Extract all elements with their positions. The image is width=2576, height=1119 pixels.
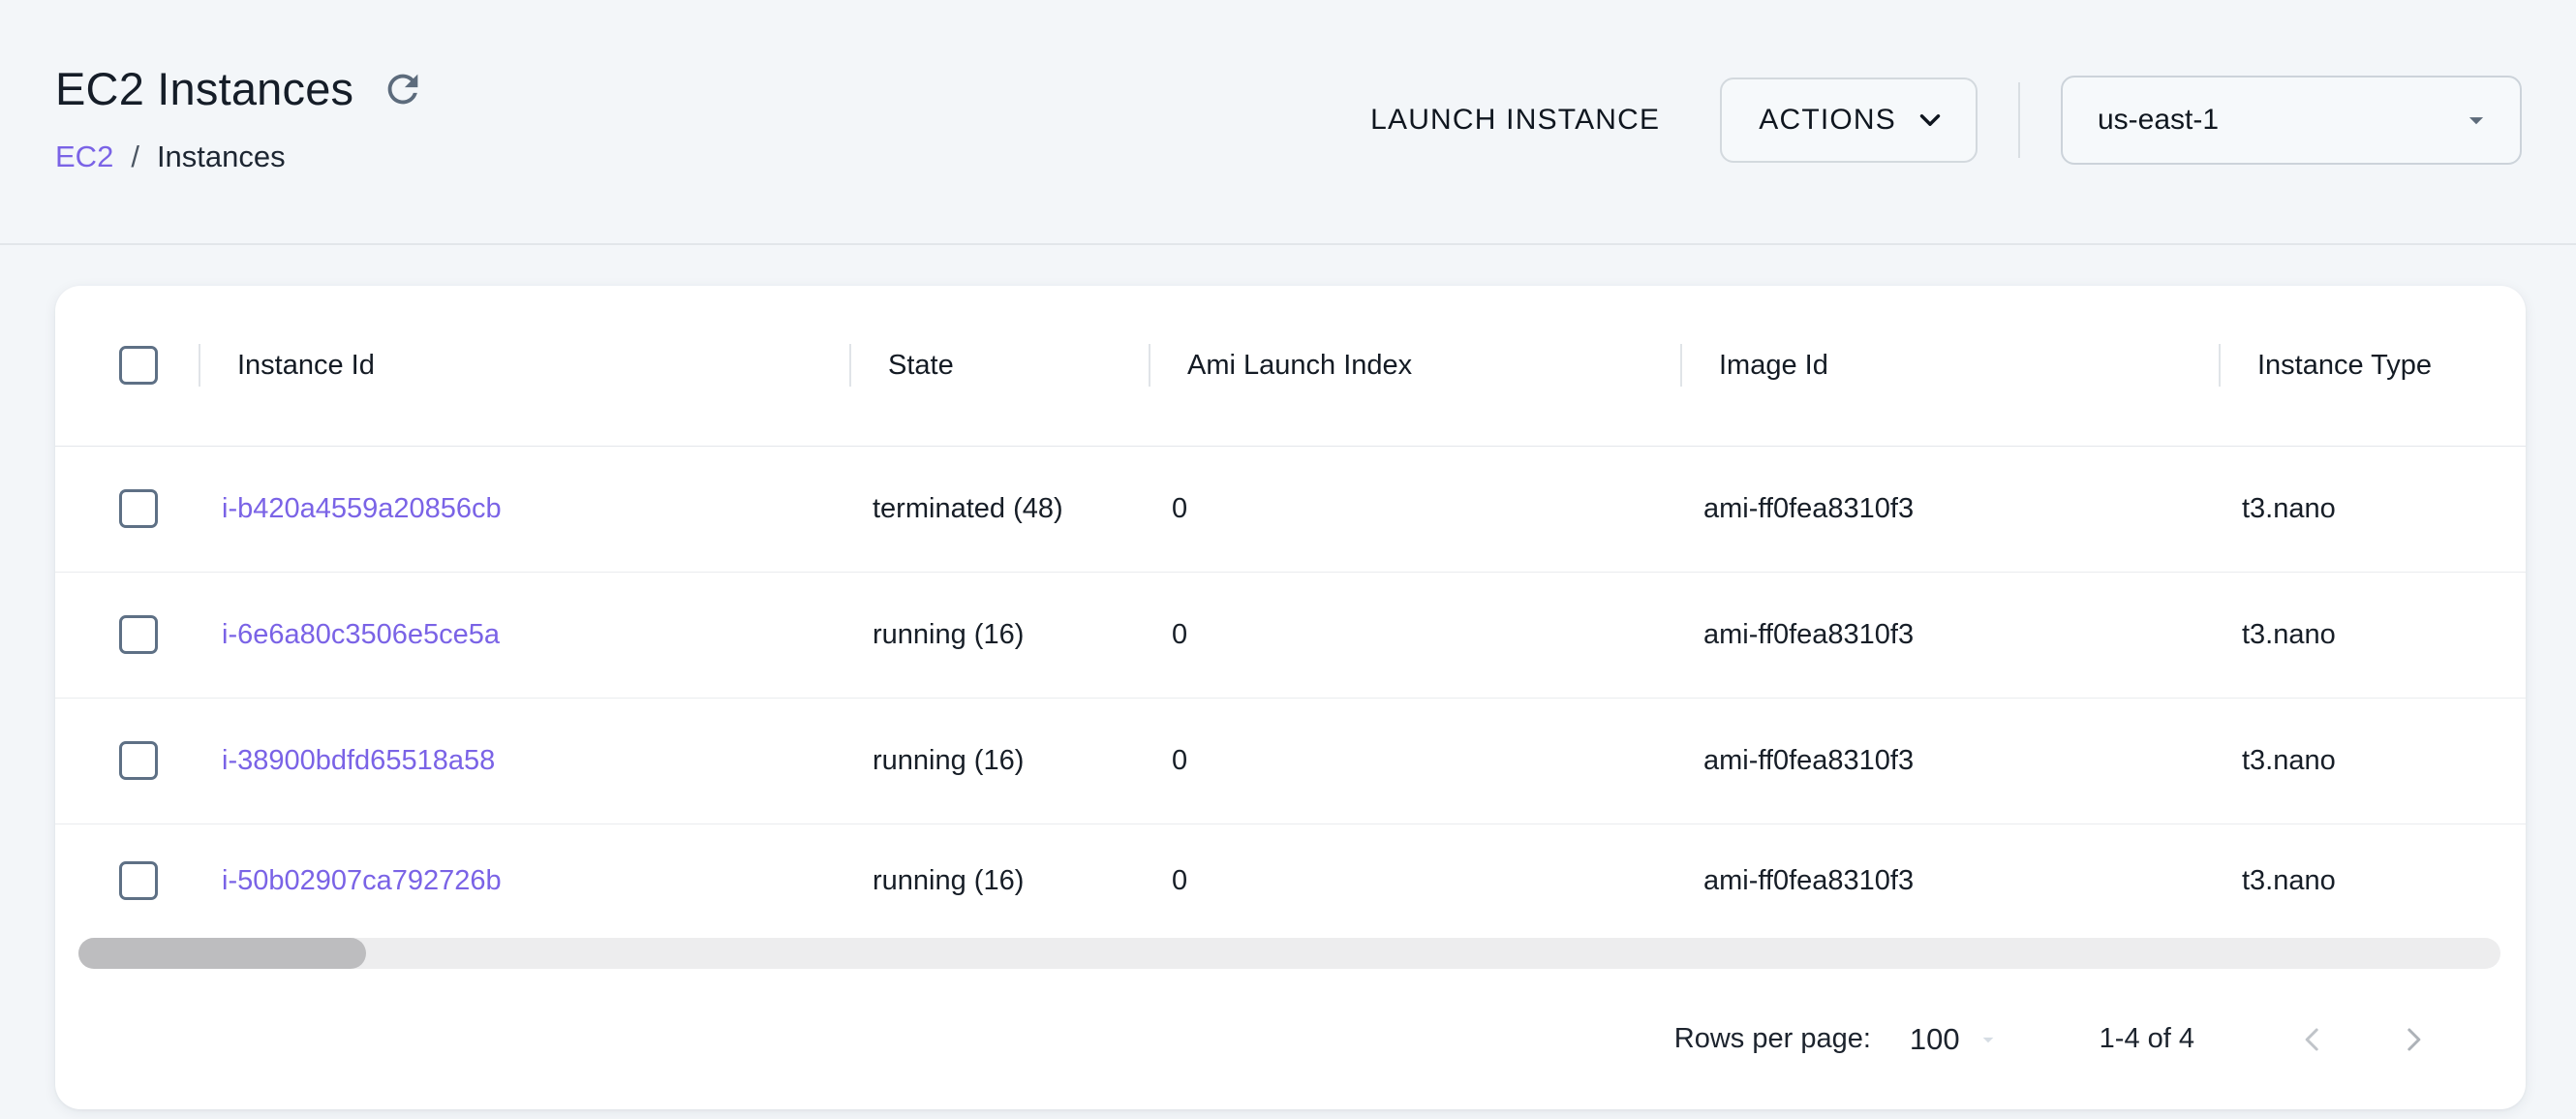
instance-id-link[interactable]: i-50b02907ca792726b xyxy=(222,865,502,896)
table-header-row: Instance Id State Ami Launch Index Image… xyxy=(55,286,2526,446)
row-checkbox[interactable] xyxy=(119,741,158,780)
ami-launch-index-cell: 0 xyxy=(1149,572,1680,698)
instance-type-cell: t3.nano xyxy=(2219,446,2526,572)
actions-button-label: ACTIONS xyxy=(1759,104,1896,137)
ami-launch-index-cell: 0 xyxy=(1149,824,1680,938)
scrollbar-thumb[interactable] xyxy=(78,938,366,969)
state-cell: running (16) xyxy=(849,572,1149,698)
image-id-cell: ami-ff0fea8310f3 xyxy=(1680,824,2219,938)
region-select[interactable]: us-east-1 xyxy=(2061,76,2522,165)
instances-table: Instance Id State Ami Launch Index Image… xyxy=(55,286,2526,938)
row-checkbox[interactable] xyxy=(119,861,158,900)
state-cell: terminated (48) xyxy=(849,446,1149,572)
row-checkbox[interactable] xyxy=(119,489,158,528)
header-vertical-divider xyxy=(2018,82,2020,158)
column-header-instance-id[interactable]: Instance Id xyxy=(199,286,849,446)
table-row: i-6e6a80c3506e5ce5a running (16) 0 ami-f… xyxy=(55,572,2526,698)
launch-instance-button[interactable]: LAUNCH INSTANCE xyxy=(1355,94,1675,146)
instance-id-link[interactable]: i-38900bdfd65518a58 xyxy=(222,745,495,776)
dropdown-caret-icon xyxy=(1976,1027,2001,1052)
next-page-button[interactable] xyxy=(2384,1010,2442,1069)
row-checkbox[interactable] xyxy=(119,615,158,654)
rows-per-page-select[interactable]: 100 xyxy=(1910,1022,2001,1057)
ami-launch-index-cell: 0 xyxy=(1149,698,1680,824)
pagination-range: 1-4 of 4 xyxy=(2100,1023,2194,1055)
instance-id-link[interactable]: i-b420a4559a20856cb xyxy=(222,493,502,524)
ami-launch-index-cell: 0 xyxy=(1149,446,1680,572)
breadcrumb-current: Instances xyxy=(157,140,286,174)
state-cell: running (16) xyxy=(849,698,1149,824)
table-row: i-b420a4559a20856cb terminated (48) 0 am… xyxy=(55,446,2526,572)
chevron-left-icon xyxy=(2293,1020,2332,1059)
header-controls: LAUNCH INSTANCE ACTIONS us-east-1 xyxy=(1355,76,2522,165)
column-header-state[interactable]: State xyxy=(849,286,1149,446)
image-id-cell: ami-ff0fea8310f3 xyxy=(1680,446,2219,572)
refresh-button[interactable] xyxy=(379,65,427,113)
column-header-image-id[interactable]: Image Id xyxy=(1680,286,2219,446)
instances-card: Instance Id State Ami Launch Index Image… xyxy=(55,286,2526,1109)
page-header: EC2 Instances EC2 / Instances LAUNCH INS… xyxy=(0,0,2576,245)
table-row: i-50b02907ca792726b running (16) 0 ami-f… xyxy=(55,824,2526,938)
image-id-cell: ami-ff0fea8310f3 xyxy=(1680,698,2219,824)
previous-page-button[interactable] xyxy=(2284,1010,2342,1069)
breadcrumb-link-ec2[interactable]: EC2 xyxy=(55,140,113,174)
page-title: EC2 Instances xyxy=(55,64,353,114)
horizontal-scrollbar[interactable] xyxy=(78,938,2500,969)
select-all-checkbox[interactable] xyxy=(119,346,158,385)
breadcrumb-separator: / xyxy=(131,140,139,174)
state-cell: running (16) xyxy=(849,824,1149,938)
column-header-instance-type[interactable]: Instance Type xyxy=(2219,286,2526,446)
instance-type-cell: t3.nano xyxy=(2219,698,2526,824)
image-id-cell: ami-ff0fea8310f3 xyxy=(1680,572,2219,698)
rows-per-page-label: Rows per page: xyxy=(1674,1023,1871,1055)
region-select-value: us-east-1 xyxy=(2098,104,2460,137)
actions-button[interactable]: ACTIONS xyxy=(1720,78,1978,163)
instance-id-link[interactable]: i-6e6a80c3506e5ce5a xyxy=(222,619,500,650)
column-header-ami-launch-index[interactable]: Ami Launch Index xyxy=(1149,286,1680,446)
rows-per-page-value: 100 xyxy=(1910,1022,1960,1057)
table-row: i-38900bdfd65518a58 running (16) 0 ami-f… xyxy=(55,698,2526,824)
refresh-icon xyxy=(381,67,425,111)
chevron-right-icon xyxy=(2394,1020,2433,1059)
instance-type-cell: t3.nano xyxy=(2219,824,2526,938)
instance-type-cell: t3.nano xyxy=(2219,572,2526,698)
dropdown-caret-icon xyxy=(2460,104,2493,137)
chevron-down-icon xyxy=(1914,104,1947,137)
pagination: Rows per page: 100 1-4 of 4 xyxy=(55,969,2526,1109)
